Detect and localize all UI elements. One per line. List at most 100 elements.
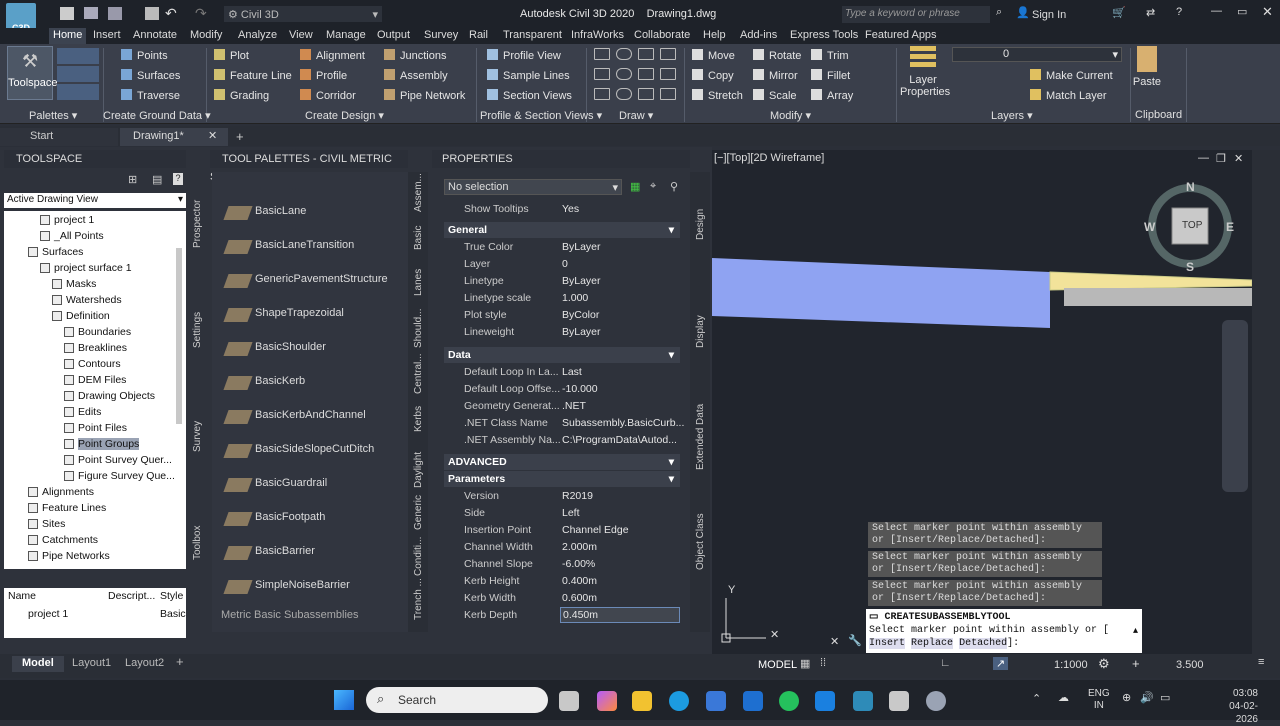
tree-item[interactable]: project surface 1 bbox=[40, 262, 132, 274]
tray-chevron-icon[interactable]: ⌃ bbox=[1032, 692, 1041, 705]
store-icon[interactable] bbox=[706, 691, 726, 711]
property-row[interactable]: Layer 0 bbox=[444, 256, 680, 273]
ribbon-array-button[interactable]: Array bbox=[811, 89, 853, 102]
qat-folder-icon[interactable] bbox=[84, 7, 98, 19]
model-space-label[interactable]: MODEL bbox=[758, 659, 797, 671]
undo-icon[interactable]: ↶ bbox=[165, 5, 177, 22]
palette-tool-item[interactable]: BasicLaneTransition bbox=[255, 239, 354, 251]
palette-side-tab[interactable]: Lanes bbox=[413, 269, 424, 296]
volume-icon[interactable]: 🔊 bbox=[1140, 691, 1154, 704]
palette-side-tab[interactable]: Assem... bbox=[413, 173, 424, 212]
file-explorer-icon[interactable] bbox=[632, 691, 652, 711]
option-detached[interactable]: Detached bbox=[959, 638, 1008, 649]
panel-title-palettes[interactable]: Palettes ▾ bbox=[29, 109, 77, 122]
toggle-pickadd-icon[interactable]: ▦ bbox=[630, 180, 640, 193]
compass-s[interactable]: S bbox=[1186, 260, 1194, 274]
object-snap-icon[interactable]: ↗ bbox=[993, 657, 1009, 670]
qat-open-icon[interactable] bbox=[60, 7, 74, 20]
property-row[interactable]: Plot style ByColor bbox=[444, 307, 680, 324]
draw-tool-icon[interactable] bbox=[638, 48, 654, 60]
tab-insert[interactable]: Insert bbox=[93, 28, 121, 44]
settings-gear-icon[interactable]: ⚙ bbox=[1098, 656, 1110, 672]
toolspace-side-tab[interactable]: Prospector bbox=[192, 200, 203, 248]
properties-side-tab[interactable]: Display bbox=[695, 315, 706, 348]
tree-item[interactable]: Definition bbox=[52, 310, 110, 322]
palette-side-tab[interactable]: Basic bbox=[413, 226, 424, 250]
palette-tool-item[interactable]: BasicLane bbox=[255, 205, 306, 217]
table-header[interactable]: Style bbox=[160, 590, 183, 602]
option-replace[interactable]: Replace bbox=[911, 638, 954, 649]
tree-item[interactable]: Drawing Objects bbox=[64, 390, 155, 402]
copilot-icon[interactable] bbox=[597, 691, 617, 711]
ribbon-junctions-button[interactable]: Junctions bbox=[384, 49, 446, 62]
property-row[interactable]: Default Loop Offse... -10.000 bbox=[444, 381, 680, 398]
defender-icon[interactable] bbox=[815, 691, 835, 711]
property-row[interactable]: Side Left bbox=[444, 505, 680, 522]
search-icon[interactable]: ⌕ bbox=[996, 6, 1002, 19]
help-icon[interactable]: ? bbox=[1176, 6, 1182, 18]
tab-start[interactable]: Start bbox=[0, 128, 118, 146]
property-row[interactable]: Insertion Point Channel Edge bbox=[444, 522, 680, 539]
ribbon-corridor-button[interactable]: Corridor bbox=[300, 89, 356, 102]
property-row[interactable]: Kerb Width 0.600m bbox=[444, 590, 680, 607]
ribbon-rotate-button[interactable]: Rotate bbox=[753, 49, 801, 62]
palette-side-tab[interactable]: Kerbs bbox=[413, 406, 424, 432]
selection-select[interactable]: No selection ▾ bbox=[444, 179, 622, 195]
properties-side-tab[interactable]: Extended Data bbox=[695, 404, 706, 470]
exchange-icon[interactable]: ⇄ bbox=[1146, 6, 1155, 19]
customize-menu-icon[interactable]: ≡ bbox=[1258, 656, 1264, 668]
ribbon-grading-button[interactable]: Grading bbox=[214, 89, 269, 102]
panel-title-draw[interactable]: Draw ▾ bbox=[619, 109, 653, 122]
ribbon-profile-button[interactable]: Profile bbox=[300, 69, 347, 82]
tab-layout1[interactable]: Layout1 bbox=[72, 657, 111, 669]
snipping-tool-icon[interactable] bbox=[889, 691, 909, 711]
property-row[interactable]: Geometry Generat... .NET bbox=[444, 398, 680, 415]
tree-item[interactable]: Watersheds bbox=[52, 294, 122, 306]
tree-scrollbar[interactable] bbox=[176, 248, 182, 424]
palette-tool-item[interactable]: SimpleNoiseBarrier bbox=[255, 579, 350, 591]
option-insert[interactable]: Insert bbox=[869, 638, 906, 649]
draw-tool-icon[interactable] bbox=[638, 68, 654, 80]
tree-item[interactable]: Pipe Networks bbox=[28, 550, 110, 562]
ribbon-scale-button[interactable]: Scale bbox=[753, 89, 797, 102]
tree-item[interactable]: Feature Lines bbox=[28, 502, 106, 514]
tab-manage[interactable]: Manage bbox=[326, 28, 366, 44]
tab-model[interactable]: Model bbox=[12, 656, 64, 672]
drawing-viewport[interactable]: [−][Top][2D Wireframe] — ❐ ✕ N S W E TOP… bbox=[712, 150, 1252, 654]
panel-title-create-ground-data[interactable]: Create Ground Data ▾ bbox=[103, 109, 211, 122]
command-close-icon[interactable]: ✕ bbox=[830, 635, 839, 648]
ribbon-surfaces-button[interactable]: Surfaces bbox=[121, 69, 180, 82]
ribbon-traverse-button[interactable]: Traverse bbox=[121, 89, 180, 102]
ribbon-mirror-button[interactable]: Mirror bbox=[753, 69, 798, 82]
close-icon[interactable]: ✕ bbox=[1262, 4, 1273, 20]
property-row[interactable]: Channel Width 2.000m bbox=[444, 539, 680, 556]
toolspace-button[interactable]: ⚒ Toolspace bbox=[7, 46, 58, 100]
tree-item[interactable]: Contours bbox=[64, 358, 121, 370]
new-tab-icon[interactable]: + bbox=[236, 129, 244, 144]
ortho-icon[interactable]: ∟ bbox=[940, 657, 951, 669]
language-indicator[interactable]: ENG IN bbox=[1088, 688, 1110, 712]
draw-tool-icon[interactable] bbox=[616, 68, 632, 80]
command-line[interactable]: ▭ CREATESUBASSEMBLYTOOL Select marker po… bbox=[866, 609, 1142, 653]
civil3d-taskbar-icon[interactable] bbox=[853, 691, 873, 711]
property-row[interactable]: Version R2019 bbox=[444, 488, 680, 505]
tab-featured-apps[interactable]: Featured Apps bbox=[865, 28, 937, 44]
add-layout-icon[interactable]: + bbox=[176, 654, 184, 669]
tree-item[interactable]: project 1 bbox=[40, 214, 94, 226]
tab-add-ins[interactable]: Add-ins bbox=[740, 28, 777, 44]
network-icon[interactable]: ⊕ bbox=[1122, 691, 1131, 704]
property-row[interactable]: .NET Class Name Subassembly.BasicCurb... bbox=[444, 415, 684, 432]
ribbon-make-current-button[interactable]: Make Current bbox=[1030, 69, 1113, 82]
sign-in-link[interactable]: Sign In bbox=[1032, 9, 1066, 21]
select-objects-icon[interactable]: ⌖ bbox=[650, 180, 656, 193]
edge-icon[interactable] bbox=[669, 691, 689, 711]
palette-tool-item[interactable]: GenericPavementStructure bbox=[255, 273, 388, 285]
viewcube-top-label[interactable]: TOP bbox=[1182, 220, 1202, 231]
tab-infraworks[interactable]: InfraWorks bbox=[571, 28, 624, 44]
palette-grid-icon[interactable] bbox=[57, 48, 99, 102]
tab-survey[interactable]: Survey bbox=[424, 28, 458, 44]
ribbon-move-button[interactable]: Move bbox=[692, 49, 735, 62]
tab-transparent[interactable]: Transparent bbox=[503, 28, 562, 44]
tree-item[interactable]: Boundaries bbox=[64, 326, 131, 338]
compass-w[interactable]: W bbox=[1144, 220, 1155, 234]
